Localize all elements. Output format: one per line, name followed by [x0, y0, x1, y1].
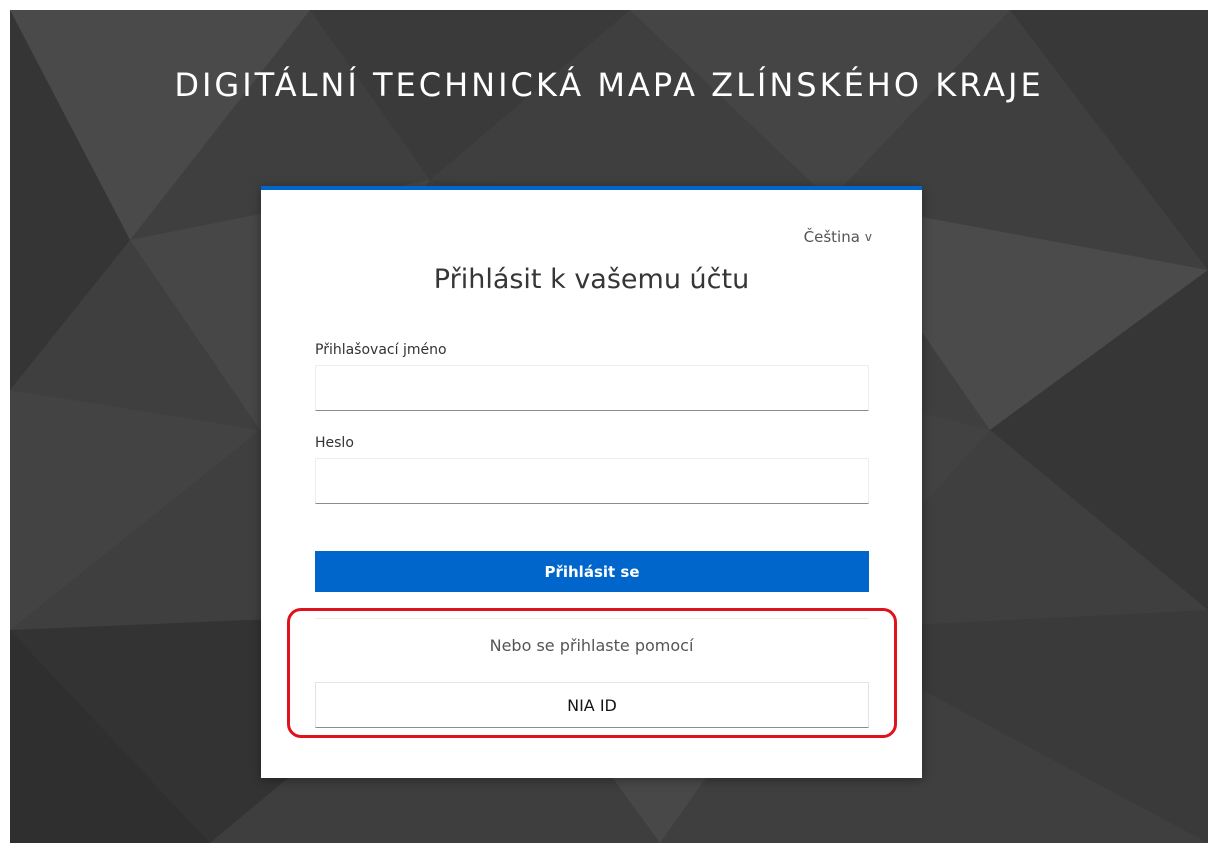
language-selector[interactable]: Čeština v	[804, 228, 872, 246]
username-label: Přihlašovací jméno	[315, 342, 447, 358]
language-label: Čeština	[803, 228, 860, 246]
password-input[interactable]	[315, 458, 869, 504]
username-input[interactable]	[315, 365, 869, 411]
nia-id-button[interactable]: NIA ID	[315, 682, 869, 728]
login-page: DIGITÁLNÍ TECHNICKÁ MAPA ZLÍNSKÉHO KRAJE…	[10, 10, 1208, 843]
password-label: Heslo	[315, 435, 354, 451]
alternative-login-text: Nebo se přihlaste pomocí	[489, 636, 694, 655]
login-button[interactable]: Přihlásit se	[315, 551, 869, 592]
login-card: Čeština v Přihlásit k vašemu účtu Přihla…	[261, 186, 922, 778]
divider	[315, 618, 869, 619]
chevron-down-icon: v	[864, 230, 872, 244]
site-title: DIGITÁLNÍ TECHNICKÁ MAPA ZLÍNSKÉHO KRAJE	[174, 66, 1044, 104]
login-title: Přihlásit k vašemu účtu	[433, 264, 750, 295]
